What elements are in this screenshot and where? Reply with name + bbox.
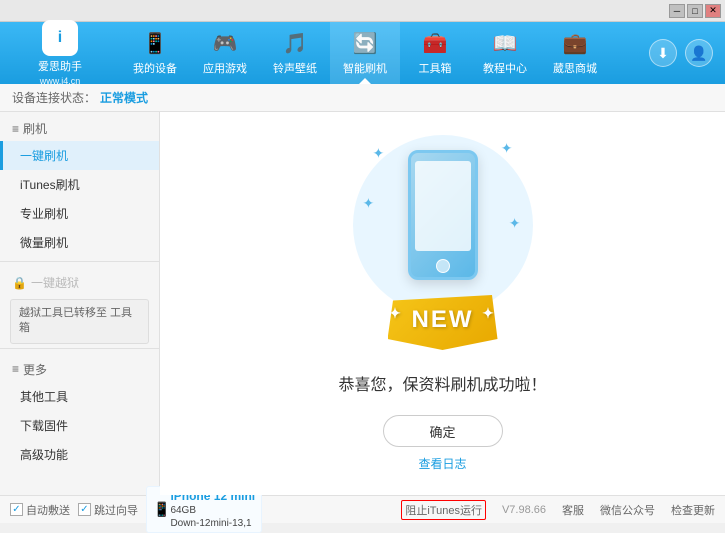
view-log-link[interactable]: 查看日志 [418,455,466,472]
jailbreak-notice: 越狱工具已转移至 工具箱 [10,299,149,344]
status-value: 正常模式 [100,89,148,106]
version-text: V7.98.66 [502,504,546,516]
sidebar-section-jailbreak: 🔒 一键越狱 [0,266,159,295]
toolbox-icon: 🧰 [423,31,448,56]
my-device-label: 我的设备 [133,60,177,76]
section-more-icon: ≡ [12,362,19,376]
nav-ringtones[interactable]: 🎵 铃声壁纸 [260,22,330,84]
status-bar: 设备连接状态： 正常模式 [0,84,725,112]
section-flash-icon: ≡ [12,122,19,136]
nav-smart-flash[interactable]: 🔄 智能刷机 [330,22,400,84]
success-text: 恭喜您，保资料刷机成功啦！ [338,371,546,395]
sidebar-item-one-click-flash[interactable]: 一键刷机 [0,141,159,170]
itunes-status-box: 阻止iTunes运行 [401,500,486,520]
skip-wizard-checkbox[interactable]: ✓ 跳过向导 [78,502,138,518]
logo-icon: i [42,20,78,56]
nav-wei-store[interactable]: 💼 葳思商城 [540,22,610,84]
nav-apps-games[interactable]: 🎮 应用游戏 [190,22,260,84]
sparkle-1: ✦ [373,145,385,162]
skip-wizard-label: 跳过向导 [94,502,138,518]
auto-flash-checkbox[interactable]: ✓ 自动敷送 [10,502,70,518]
check-update-link[interactable]: 检查更新 [671,502,715,518]
header: i 爱思助手 www.i4.cn 📱 我的设备 🎮 应用游戏 🎵 铃声壁纸 🔄 … [0,22,725,84]
nav-tutorial[interactable]: 📖 教程中心 [470,22,540,84]
nav-my-device[interactable]: 📱 我的设备 [120,22,190,84]
section-jailbreak-label: 一键越狱 [31,274,79,291]
smart-flash-label: 智能刷机 [343,60,387,76]
ringtones-label: 铃声壁纸 [273,60,317,76]
logo-title: 爱思助手 [38,58,82,74]
window-controls: ─ □ ✕ [669,4,721,18]
sparkle-3: ✦ [363,195,375,212]
phone-illustration: ✦ ✦ ✦ ✦ ✦ NEW ✦ [343,135,543,355]
minimize-button[interactable]: ─ [669,4,685,18]
sidebar-item-download-firmware[interactable]: 下载固件 [0,411,159,440]
tutorial-icon: 📖 [493,31,518,56]
device-storage: 64GB [170,504,255,517]
download-button[interactable]: ⬇ [649,39,677,67]
device-icon: 📱 [153,501,170,518]
phone-shape [408,150,478,280]
my-device-icon: 📱 [143,31,168,56]
bottom-right: 阻止iTunes运行 V7.98.66 客服 微信公众号 检查更新 [401,500,715,520]
section-more-label: 更多 [23,361,47,378]
toolbox-label: 工具箱 [419,60,452,76]
tutorial-label: 教程中心 [483,60,527,76]
auto-flash-label: 自动敷送 [26,502,70,518]
restore-button[interactable]: □ [687,4,703,18]
content-area: ✦ ✦ ✦ ✦ ✦ NEW ✦ 恭喜您，保资料刷机成功啦！ [160,112,725,495]
sidebar-section-more: ≡ 更多 [0,353,159,382]
sidebar-item-screen-flash[interactable]: 微量刷机 [0,228,159,257]
bottom-bar: ✓ 自动敷送 ✓ 跳过向导 📱 iPhone 12 mini 64GB Down… [0,495,725,523]
logo-area: i 爱思助手 www.i4.cn [0,20,120,86]
sidebar: ≡ 刷机 一键刷机 iTunes刷机 专业刷机 微量刷机 🔒 一键越狱 越狱工具… [0,112,160,495]
sidebar-divider-2 [0,348,159,349]
main-layout: ≡ 刷机 一键刷机 iTunes刷机 专业刷机 微量刷机 🔒 一键越狱 越狱工具… [0,112,725,495]
customer-service-link[interactable]: 客服 [562,502,584,518]
apps-games-label: 应用游戏 [203,60,247,76]
user-button[interactable]: 👤 [685,39,713,67]
sidebar-item-pro-flash[interactable]: 专业刷机 [0,199,159,228]
phone-home-button [436,259,450,273]
smart-flash-icon: 🔄 [353,31,378,56]
sidebar-item-itunes-flash[interactable]: iTunes刷机 [0,170,159,199]
sidebar-item-advanced[interactable]: 高级功能 [0,440,159,469]
logo-subtitle: www.i4.cn [40,76,81,86]
ringtones-icon: 🎵 [283,31,308,56]
sidebar-divider-1 [0,261,159,262]
apps-games-icon: 🎮 [213,31,238,56]
sidebar-item-other-tools[interactable]: 其他工具 [0,382,159,411]
header-right: ⬇ 👤 [649,39,725,67]
confirm-button[interactable]: 确定 [383,415,503,447]
title-bar: ─ □ ✕ [0,0,725,22]
status-label: 设备连接状态： [12,89,96,106]
new-badge-wrapper: ✦ NEW ✦ [388,295,498,350]
jailbreak-lock-icon: 🔒 [12,276,27,290]
wei-store-icon: 💼 [563,31,588,56]
close-button[interactable]: ✕ [705,4,721,18]
phone-screen [415,161,471,251]
skip-wizard-checkbox-box[interactable]: ✓ [78,503,91,516]
nav-toolbox[interactable]: 🧰 工具箱 [400,22,470,84]
new-badge: ✦ NEW ✦ [388,295,498,350]
auto-flash-checkbox-box[interactable]: ✓ [10,503,23,516]
wei-store-label: 葳思商城 [553,60,597,76]
sparkle-4: ✦ [509,215,521,232]
wechat-link[interactable]: 微信公众号 [600,502,655,518]
nav-bar: 📱 我的设备 🎮 应用游戏 🎵 铃声壁纸 🔄 智能刷机 🧰 工具箱 📖 教程中心… [120,22,649,84]
itunes-status: 阻止iTunes运行 [401,500,486,520]
sparkle-2: ✦ [501,140,513,157]
sidebar-section-flash: ≡ 刷机 [0,112,159,141]
section-flash-label: 刷机 [23,120,47,137]
device-model: Down-12mini-13,1 [170,517,255,530]
